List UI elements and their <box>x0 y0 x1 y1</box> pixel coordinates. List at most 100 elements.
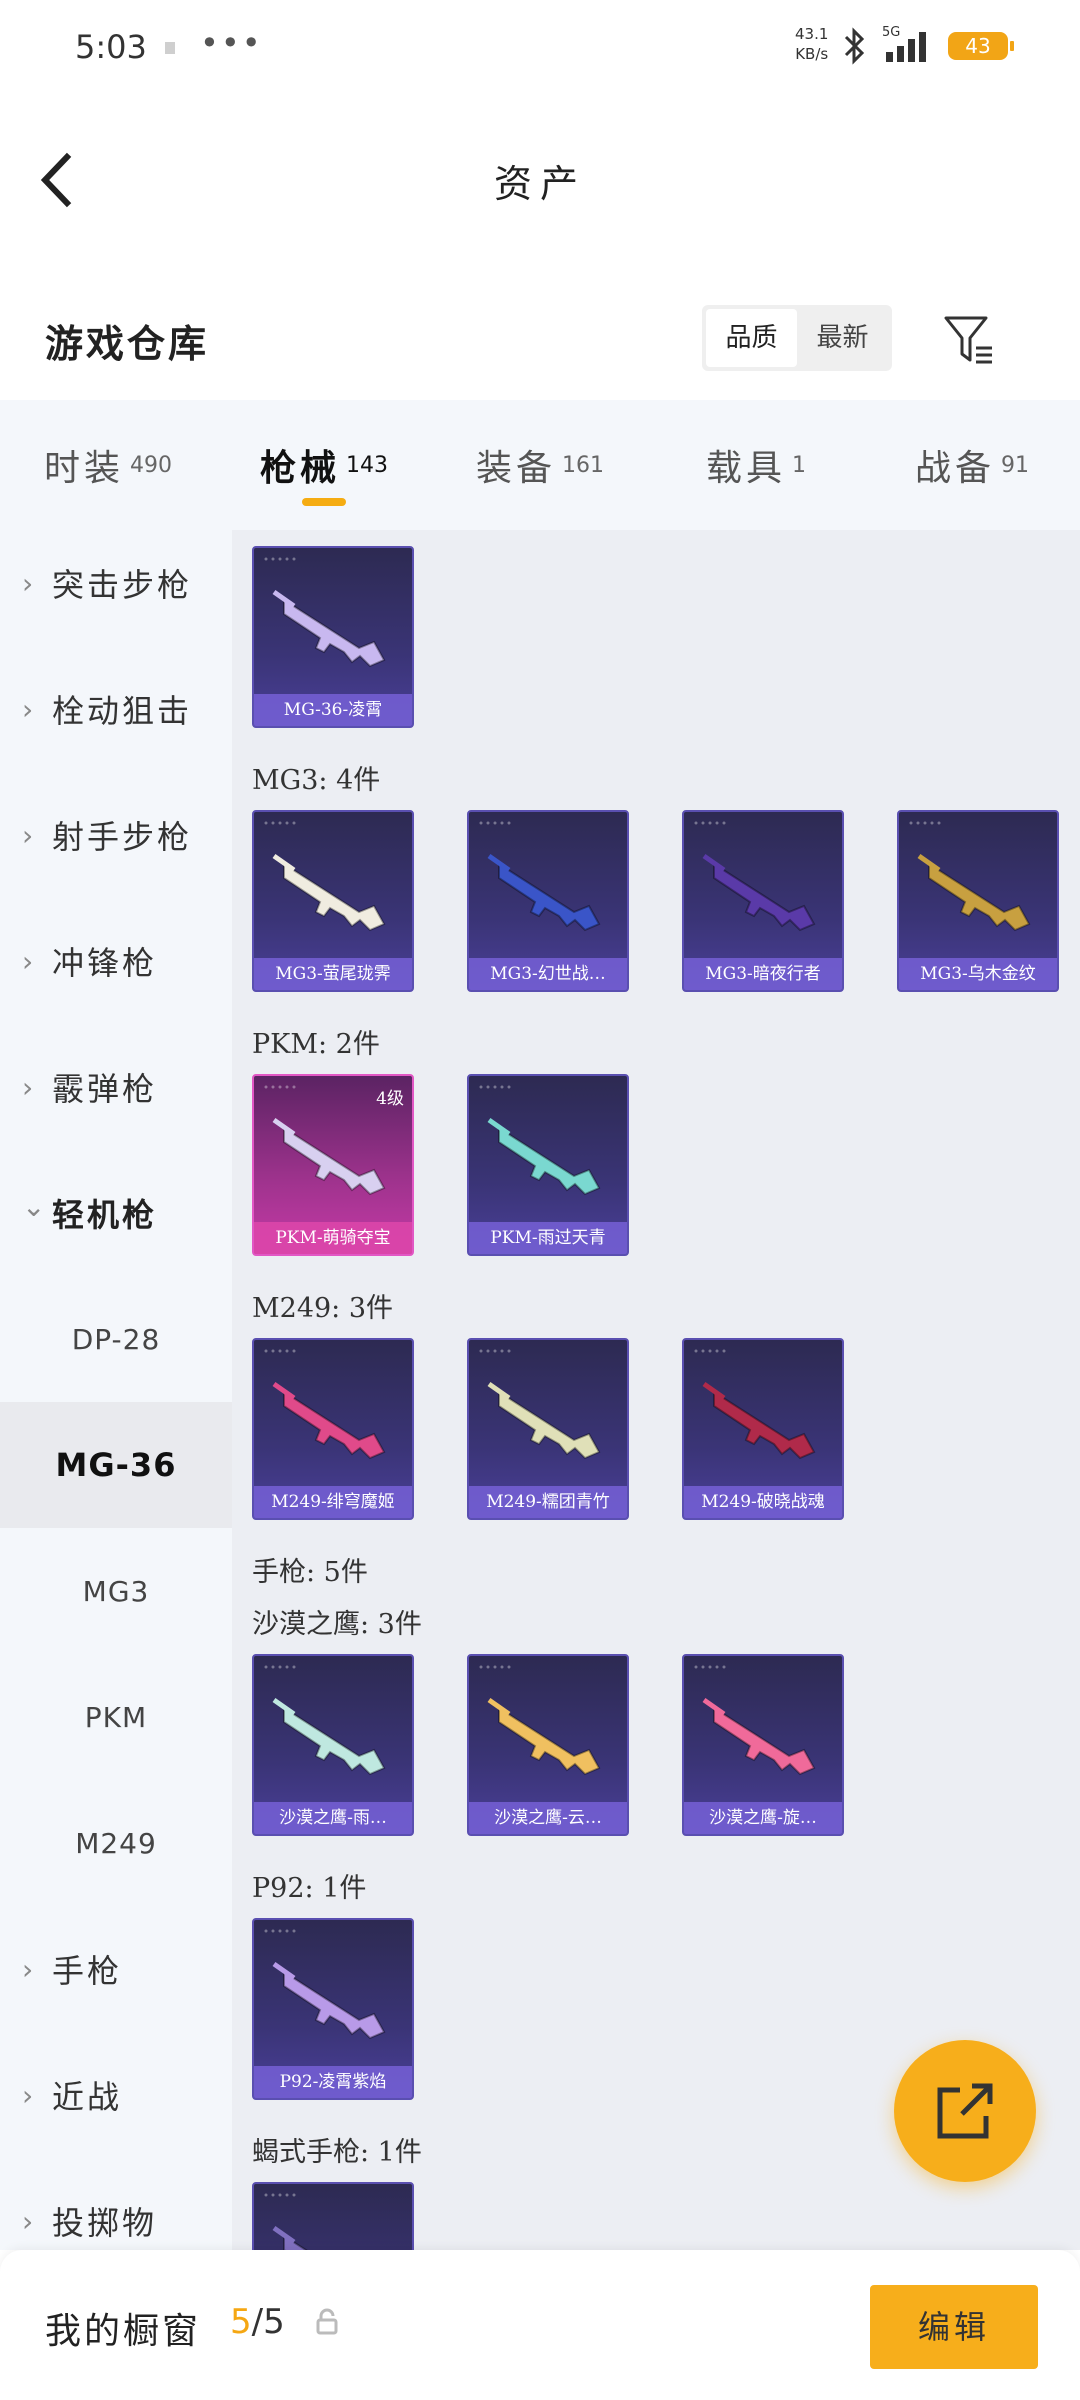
card-corner-decoration <box>264 2193 296 2197</box>
card-corner-decoration <box>694 821 726 825</box>
weapon-skin-image <box>272 1697 386 1776</box>
sidebar-category[interactable]: › 栓动狙击 <box>0 646 232 772</box>
weapon-card[interactable]: 沙漠之鹰-旋… <box>682 1654 844 1836</box>
sidebar-item-label: 冲锋枪 <box>52 944 158 982</box>
weapon-card-name: 沙漠之鹰-旋… <box>684 1802 842 1834</box>
sidebar-item-label: 投掷物 <box>52 2204 158 2242</box>
weapon-card[interactable]: MG3-萤尾珑霁 <box>252 810 414 992</box>
sidebar-item-label: 手枪 <box>52 1952 123 1990</box>
card-corner-decoration <box>909 821 941 825</box>
showcase-count-total: /5 <box>251 2302 285 2342</box>
chevron-right-icon: › <box>22 944 34 978</box>
weapon-skin-image <box>487 853 601 932</box>
status-bar: 5:03 ••• 43.1 KB/s 5G 43 <box>0 0 1080 95</box>
tab-vehicles[interactable]: 载具 1 <box>648 400 864 530</box>
sidebar-category[interactable]: › 突击步枪 <box>0 530 232 646</box>
card-corner-decoration <box>264 1349 296 1353</box>
showcase-title: 我的橱窗 <box>45 2311 202 2352</box>
weapon-card[interactable]: MG-36-凌霄 <box>252 546 414 728</box>
network-speed-unit: KB/s <box>795 45 829 63</box>
network-speed-value: 43.1 <box>795 25 829 43</box>
weapon-card-name: P92-凌霄紫焰 <box>254 2066 412 2098</box>
sidebar-subitem[interactable]: DP-28 <box>0 1276 232 1402</box>
page-title: 资产 <box>493 162 586 206</box>
weapon-skin-image <box>487 1117 601 1196</box>
network-speed: 43.1 KB/s <box>795 24 828 64</box>
group-title: 手枪: 5件 <box>252 1557 368 1588</box>
weapon-card[interactable]: MG3-暗夜行者 <box>682 810 844 992</box>
weapon-card-name: 沙漠之鹰-雨… <box>254 1802 412 1834</box>
group-title: 蝎式手枪: 1件 <box>252 2137 422 2168</box>
weapon-card-name: MG3-幻世战… <box>469 958 627 990</box>
weapon-card-name: 沙漠之鹰-云… <box>469 1802 627 1834</box>
tab-fashion[interactable]: 时装 490 <box>0 400 216 530</box>
card-level-badge: 4级 <box>376 1089 404 1109</box>
tab-count: 161 <box>562 452 604 478</box>
tab-count: 91 <box>1001 452 1029 478</box>
card-corner-decoration <box>264 1085 296 1089</box>
sort-toggle: 品质 最新 <box>702 305 892 371</box>
weapon-card[interactable]: 沙漠之鹰-雨… <box>252 1654 414 1836</box>
tab-count: 490 <box>130 452 172 478</box>
weapon-card-name: PKM-雨过天青 <box>469 1222 627 1254</box>
showcase-count: 5/5 <box>230 2302 285 2342</box>
weapon-card[interactable]: M249-糯团青竹 <box>467 1338 629 1520</box>
sidebar-item-label: 霰弹枪 <box>52 1070 158 1108</box>
sidebar-category[interactable]: ⌄ 轻机枪 <box>0 1150 232 1276</box>
weapon-card-name: PKM-萌骑夺宝 <box>254 1222 412 1254</box>
weapon-skin-image <box>702 853 816 932</box>
filter-icon[interactable] <box>940 310 1000 370</box>
sidebar-item-label: 突击步枪 <box>52 566 193 604</box>
sidebar-subitem[interactable]: MG-36 <box>0 1402 232 1528</box>
sidebar-subitem[interactable]: M249 <box>0 1780 232 1906</box>
card-corner-decoration <box>694 1665 726 1669</box>
weapon-card[interactable]: M249-破晓战魂 <box>682 1338 844 1520</box>
weapon-card-name: M249-破晓战魂 <box>684 1486 842 1518</box>
weapon-card[interactable]: MG3-乌木金纹 <box>897 810 1059 992</box>
sidebar-item-label: 近战 <box>52 2078 123 2116</box>
more-notifications-icon: ••• <box>200 24 263 62</box>
card-corner-decoration <box>479 1665 511 1669</box>
group-title: 沙漠之鹰: 3件 <box>252 1609 422 1640</box>
sidebar-category[interactable]: › 霰弹枪 <box>0 1024 232 1150</box>
sidebar-category[interactable]: › 投掷物 <box>0 2158 232 2250</box>
notification-icon <box>165 42 175 54</box>
weapon-skin-image <box>702 1381 816 1460</box>
sort-quality-button[interactable]: 品质 <box>706 309 797 367</box>
group-title: P92: 1件 <box>252 1873 367 1904</box>
network-type: 5G <box>882 25 900 40</box>
share-button[interactable] <box>894 2040 1036 2182</box>
card-corner-decoration <box>264 557 296 561</box>
lock-icon[interactable] <box>315 2308 339 2336</box>
top-header: 资产 <box>0 95 1080 265</box>
card-corner-decoration <box>264 821 296 825</box>
sidebar-subitem[interactable]: MG3 <box>0 1528 232 1654</box>
weapon-card[interactable]: MG3-幻世战… <box>467 810 629 992</box>
sidebar-category[interactable]: › 射手步枪 <box>0 772 232 898</box>
chevron-right-icon: › <box>22 1952 34 1986</box>
chevron-right-icon: › <box>22 566 34 600</box>
weapon-card[interactable]: 沙漠之鹰-云… <box>467 1654 629 1836</box>
weapon-card[interactable]: M249-绯穹魔姬 <box>252 1338 414 1520</box>
tab-label: 枪械 <box>259 447 340 489</box>
card-corner-decoration <box>694 1349 726 1353</box>
sidebar-category[interactable]: › 手枪 <box>0 1906 232 2032</box>
tab-firearms[interactable]: 枪械 143 <box>216 400 432 530</box>
sidebar-category[interactable]: › 冲锋枪 <box>0 898 232 1024</box>
weapon-card[interactable]: 4级 PKM-萌骑夺宝 <box>252 1074 414 1256</box>
edit-button[interactable]: 编辑 <box>870 2285 1038 2369</box>
sidebar-category[interactable]: › 近战 <box>0 2032 232 2158</box>
weapon-skin-image <box>272 1961 386 2040</box>
weapon-card[interactable]: PKM-雨过天青 <box>467 1074 629 1256</box>
weapon-card[interactable]: P92-凌霄紫焰 <box>252 1918 414 2100</box>
showcase-bar: 我的橱窗 5/5 编辑 <box>0 2250 1080 2400</box>
share-icon <box>937 2083 993 2139</box>
active-tab-indicator <box>302 498 346 506</box>
sidebar-subitem[interactable]: PKM <box>0 1654 232 1780</box>
tab-supplies[interactable]: 战备 91 <box>864 400 1080 530</box>
tab-equipment[interactable]: 装备 161 <box>432 400 648 530</box>
weapon-skin-image <box>487 1697 601 1776</box>
weapon-skin-image <box>272 2225 308 2250</box>
weapon-card[interactable] <box>252 2182 414 2250</box>
sort-newest-button[interactable]: 最新 <box>797 309 888 367</box>
